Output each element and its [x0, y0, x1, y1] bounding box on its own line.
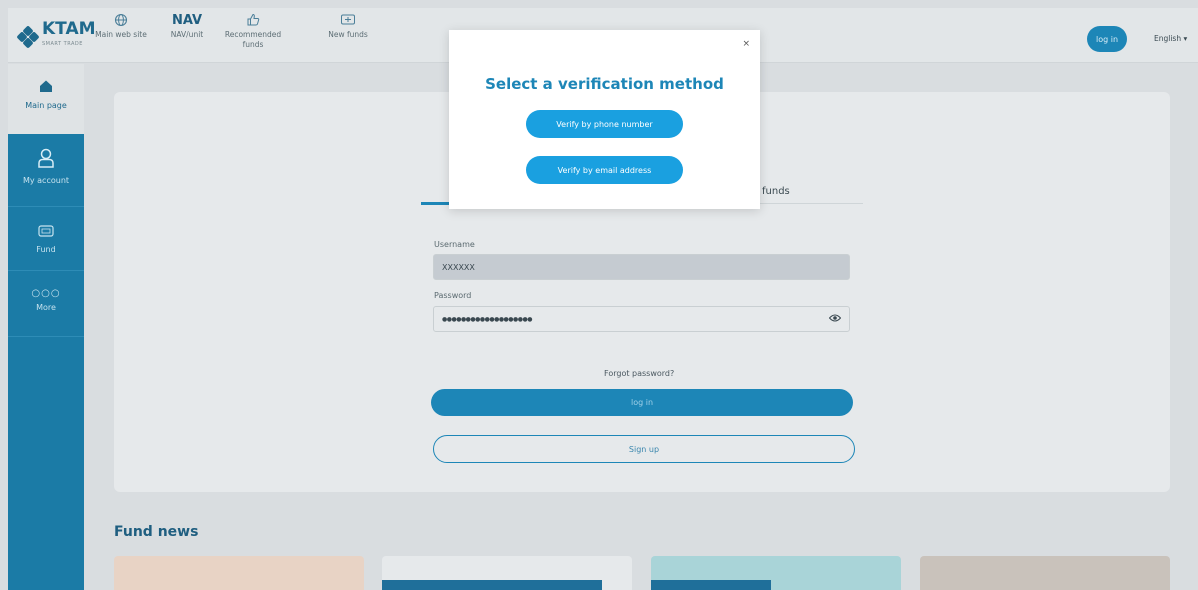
nav-big-label: NAV [171, 12, 203, 28]
sidebar-item-label: Fund [36, 245, 56, 254]
sidebar-item-my-account[interactable]: My account [8, 148, 84, 185]
show-password-eye-icon[interactable] [828, 313, 842, 325]
thumbs-up-icon [246, 10, 260, 30]
verify-by-email-button[interactable]: Verify by email address [526, 156, 683, 184]
nav-nav-unit[interactable]: NAV NAV/unit [154, 10, 220, 40]
nav-recommended-funds[interactable]: Recommended funds [220, 10, 286, 50]
close-icon[interactable]: × [742, 39, 750, 49]
sidebar-divider [8, 206, 84, 207]
sidebar-item-more[interactable]: ○○○ More [8, 288, 84, 312]
home-icon [39, 78, 53, 97]
forgot-password-link[interactable]: Forgot password? [604, 369, 674, 378]
modal-title: Select a verification method [485, 75, 724, 93]
nav-text-icon: NAV [172, 10, 202, 30]
nav-label: New funds [328, 30, 368, 39]
login-button[interactable]: log in [431, 389, 853, 416]
globe-icon [114, 10, 128, 30]
password-value: ●●●●●●●●●●●●●●●●●●● [442, 315, 532, 323]
sidebar-divider [8, 336, 84, 337]
password-input[interactable]: ●●●●●●●●●●●●●●●●●●● [433, 306, 850, 332]
password-label: Password [434, 291, 472, 300]
news-card[interactable] [920, 556, 1170, 590]
nav-main-web-site[interactable]: Main web site [88, 10, 154, 40]
sidebar-item-label: More [36, 303, 56, 312]
logo-mark-icon [16, 25, 40, 49]
fund-icon [38, 222, 54, 241]
language-selector[interactable]: English ▾ [1154, 34, 1187, 43]
nav-label: NAV/unit [170, 30, 204, 39]
news-card[interactable] [382, 556, 632, 590]
user-icon [37, 148, 55, 172]
nav-new-funds[interactable]: New funds [315, 10, 381, 40]
sidebar-item-fund[interactable]: Fund [8, 222, 84, 254]
sidebar-divider [8, 270, 84, 271]
new-fund-icon [340, 10, 356, 30]
nav-label: Recommended funds [224, 30, 282, 49]
news-card-image [651, 580, 771, 590]
verify-by-phone-button[interactable]: Verify by phone number [526, 110, 683, 138]
verification-modal: × Select a verification method Verify by… [449, 30, 760, 209]
sidebar: Main page My account Fund ○○○ More [8, 64, 84, 590]
username-input[interactable]: XXXXXX [433, 254, 850, 280]
more-icon: ○○○ [31, 288, 61, 299]
sidebar-item-label: Main page [25, 101, 67, 110]
username-value: XXXXXX [442, 262, 475, 272]
nav-label: Main web site [95, 30, 147, 39]
fund-news-title: Fund news [114, 524, 199, 540]
sidebar-item-label: My account [22, 176, 70, 185]
sidebar-item-main-page[interactable]: Main page [8, 64, 84, 134]
ktam-logo[interactable]: KTAM SMART TRADE [16, 21, 96, 52]
tab-funds[interactable]: funds [762, 186, 790, 197]
news-card-image [382, 580, 602, 590]
news-card[interactable] [651, 556, 901, 590]
username-label: Username [434, 240, 475, 249]
signup-button[interactable]: Sign up [433, 435, 855, 463]
header-login-button[interactable]: log in [1087, 26, 1127, 52]
news-card[interactable] [114, 556, 364, 590]
